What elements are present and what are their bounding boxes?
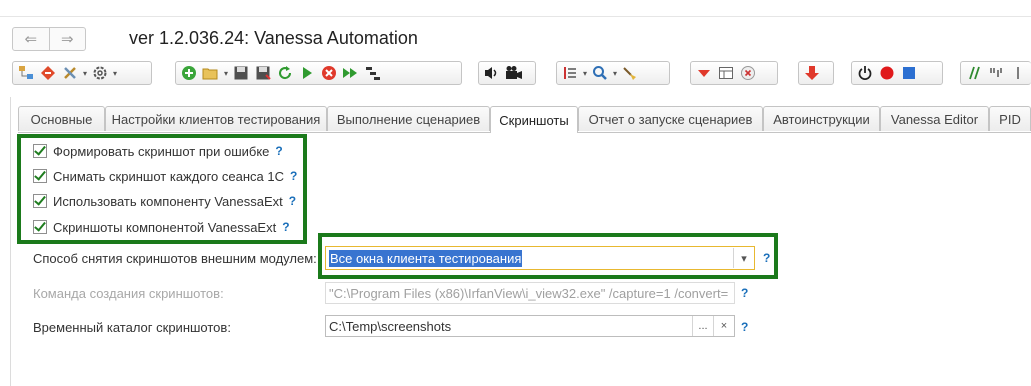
back-button[interactable]: ⇐ <box>13 28 49 50</box>
method-highlight-frame <box>318 233 778 279</box>
temp-dir-value: C:\Temp\screenshots <box>329 318 452 334</box>
tab-main[interactable]: Основные <box>18 106 105 131</box>
toolbar-group-record <box>851 61 943 85</box>
toolbar-group-text <box>960 61 1031 85</box>
help-icon[interactable]: ? <box>741 320 748 334</box>
clear-button[interactable]: × <box>713 316 734 336</box>
run-fast-icon[interactable] <box>340 63 362 83</box>
window-top-bar <box>0 0 1031 17</box>
tab-pid[interactable]: PID <box>989 106 1031 131</box>
table-icon[interactable] <box>715 63 737 83</box>
temp-dir-input[interactable]: C:\Temp\screenshots ... × <box>325 315 735 337</box>
toolbar-group-media <box>478 61 536 85</box>
down-arrow-icon[interactable] <box>801 63 823 83</box>
tab-strip: Основные Настройки клиентов тестирования… <box>18 106 1031 133</box>
left-border <box>10 97 11 386</box>
tab-auto-instructions[interactable]: Автоинструкции <box>763 106 880 131</box>
open-file-icon[interactable] <box>200 63 222 83</box>
save-icon[interactable] <box>230 63 252 83</box>
tools-icon[interactable] <box>59 63 81 83</box>
sound-icon[interactable] <box>481 63 503 83</box>
video-camera-icon[interactable] <box>503 63 525 83</box>
tab-scenario-execution[interactable]: Выполнение сценариев <box>327 106 490 131</box>
chevron-down-icon[interactable]: ▾ <box>613 69 617 78</box>
temp-dir-label: Временный каталог скриншотов: <box>33 320 231 335</box>
window-title: ver 1.2.036.24: Vanessa Automation <box>129 28 418 48</box>
tab-screenshots[interactable]: Скриншоты <box>490 106 578 133</box>
record-icon[interactable] <box>876 63 898 83</box>
command-value: "C:\Program Files (x86)\IrfanView\i_view… <box>329 285 729 301</box>
screenshot-method-label: Способ снятия скриншотов внешним модулем… <box>33 251 317 266</box>
toolbar-group-edit <box>690 61 778 85</box>
toolbar-group-search: ▾ ▾ <box>556 61 670 85</box>
tab-vanessa-editor[interactable]: Vanessa Editor <box>880 106 989 131</box>
browse-button[interactable]: ... <box>692 316 713 336</box>
steps-icon[interactable] <box>362 63 384 83</box>
tree-structure-icon[interactable] <box>15 63 37 83</box>
refresh-icon[interactable] <box>274 63 296 83</box>
chevron-down-icon[interactable]: ▾ <box>83 69 87 78</box>
clear-icon[interactable] <box>737 63 759 83</box>
checkbox-highlight-frame <box>17 134 307 244</box>
brush-icon[interactable] <box>619 63 641 83</box>
chevron-down-icon[interactable]: ▾ <box>113 69 117 78</box>
screenshot-command-label: Команда создания скриншотов: <box>33 286 224 301</box>
screenshot-command-input[interactable]: "C:\Program Files (x86)\IrfanView\i_view… <box>325 282 735 304</box>
chevron-down-icon[interactable]: ▾ <box>583 69 587 78</box>
navigation-group: ⇐ ⇒ <box>12 27 86 51</box>
help-icon[interactable]: ? <box>741 286 748 300</box>
gear-icon[interactable] <box>89 63 111 83</box>
tab-run-report[interactable]: Отчет о запуске сценариев <box>578 106 763 131</box>
forward-button[interactable]: ⇒ <box>48 28 86 50</box>
toolbar-group-file: ▾ <box>175 61 462 85</box>
toolbar-group-tools: ▾ ▾ <box>12 61 152 85</box>
list-icon[interactable] <box>559 63 581 83</box>
search-icon[interactable] <box>589 63 611 83</box>
separator-icon[interactable] <box>1007 63 1029 83</box>
flow-icon[interactable] <box>37 63 59 83</box>
stop-record-icon[interactable] <box>898 63 920 83</box>
stop-icon[interactable] <box>318 63 340 83</box>
collapse-icon[interactable] <box>693 63 715 83</box>
comment-icon[interactable] <box>963 63 985 83</box>
add-icon[interactable] <box>178 63 200 83</box>
back-arrow-icon: ⇐ <box>24 31 38 48</box>
save-as-icon[interactable] <box>252 63 274 83</box>
quotes-icon[interactable] <box>985 63 1007 83</box>
tab-test-client-settings[interactable]: Настройки клиентов тестирования <box>105 106 327 131</box>
chevron-down-icon[interactable]: ▾ <box>224 69 228 78</box>
power-icon[interactable] <box>854 63 876 83</box>
run-icon[interactable] <box>296 63 318 83</box>
toolbar-group-down <box>798 61 834 85</box>
forward-arrow-icon: ⇒ <box>60 31 74 48</box>
